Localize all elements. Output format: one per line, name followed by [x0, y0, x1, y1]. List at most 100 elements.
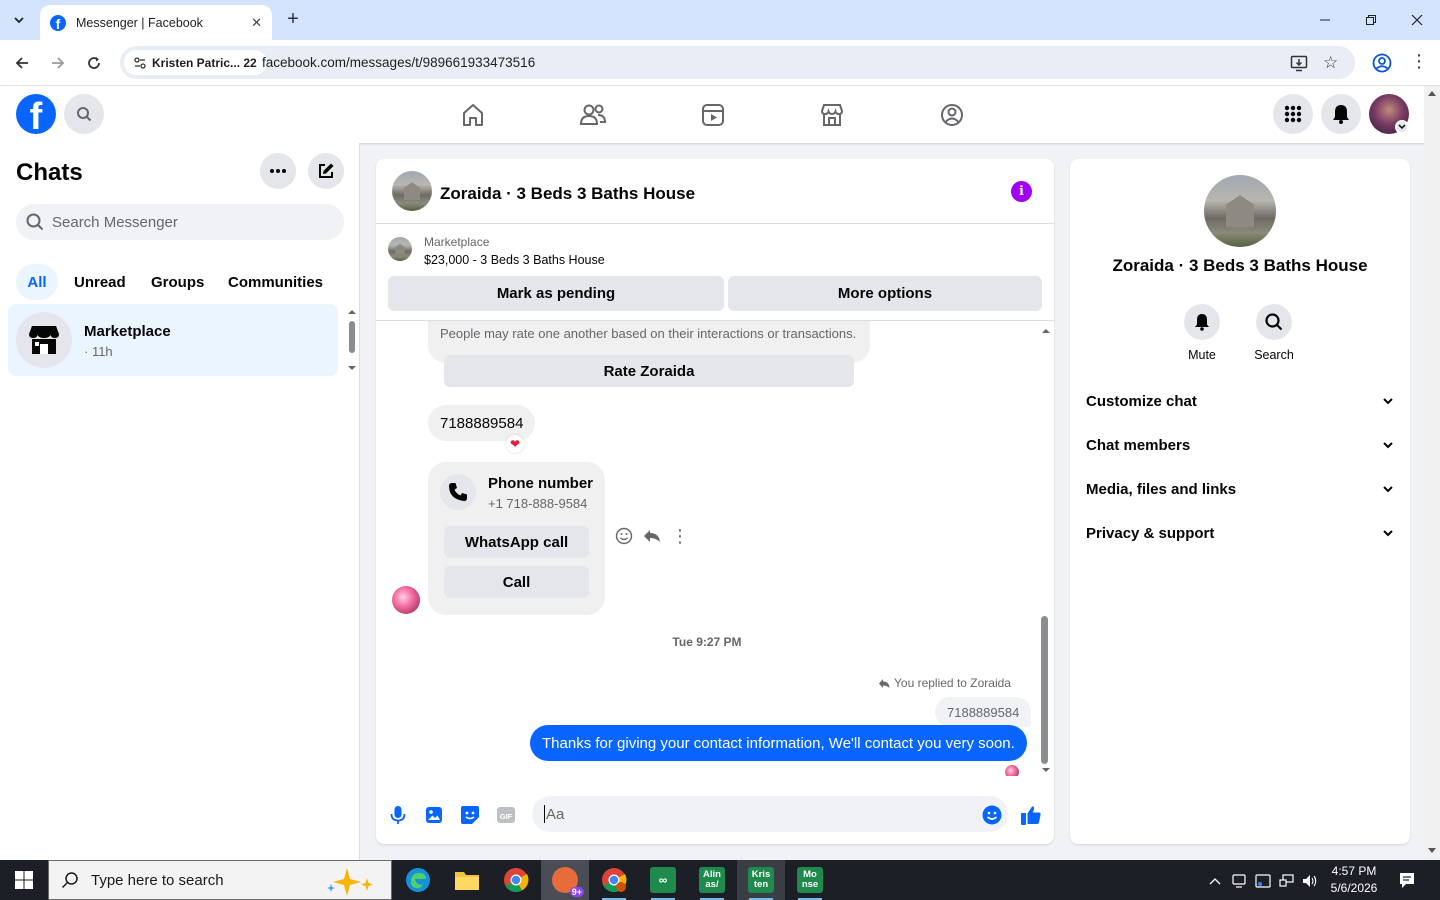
show-hidden-icons-chevron-up-icon[interactable] — [1206, 872, 1224, 890]
tab-search-dropdown-icon[interactable] — [6, 7, 32, 33]
mute-action[interactable]: Mute — [1172, 304, 1232, 362]
filter-communities[interactable]: Communities — [216, 264, 335, 300]
taskbar-clock[interactable]: 4:57 PM 5/6/2026 — [1326, 863, 1382, 897]
search-action[interactable]: Search — [1244, 304, 1304, 362]
more-options-button[interactable]: More options — [728, 276, 1042, 311]
privacy-support-section[interactable]: Privacy & support — [1086, 511, 1394, 555]
customize-chat-section[interactable]: Customize chat — [1086, 379, 1394, 423]
message-input[interactable]: Aa — [532, 796, 1008, 832]
taskbar-monse-icon[interactable]: Mo nse — [786, 860, 834, 900]
search-facebook-button[interactable] — [64, 94, 104, 134]
tune-icon — [134, 56, 146, 69]
tray-meet-icon[interactable] — [1254, 872, 1272, 890]
notification-center-icon[interactable] — [1398, 871, 1416, 889]
new-tab-button[interactable]: + — [282, 8, 304, 30]
new-message-button[interactable] — [308, 153, 344, 189]
friends-icon[interactable] — [578, 100, 608, 130]
omnibox[interactable]: Kristen Patric... 22 facebook.com/messag… — [120, 46, 1355, 79]
home-icon[interactable] — [458, 100, 488, 130]
call-button[interactable]: Call — [444, 566, 589, 598]
notifications-button[interactable] — [1321, 94, 1361, 134]
quoted-message[interactable]: 7188889584 — [935, 697, 1032, 727]
facebook-logo-icon[interactable]: f — [16, 94, 56, 134]
bell-icon[interactable] — [1184, 304, 1220, 340]
gaming-icon[interactable] — [937, 100, 967, 130]
taskbar-aliases-icon[interactable]: Alin as/ — [688, 860, 736, 900]
sent-message[interactable]: Thanks for giving your contact informati… — [530, 725, 1027, 761]
tray-device-icon[interactable] — [1230, 872, 1248, 890]
install-app-icon[interactable] — [1290, 54, 1308, 77]
search-icon[interactable] — [1256, 304, 1292, 340]
taskbar-file-explorer-icon[interactable] — [443, 860, 491, 900]
photo-icon[interactable] — [422, 803, 446, 827]
filter-all[interactable]: All — [16, 264, 58, 300]
browser-menu-icon[interactable]: ⋮ — [1410, 52, 1428, 70]
media-files-links-section[interactable]: Media, files and links — [1086, 467, 1394, 511]
filter-groups[interactable]: Groups — [139, 264, 216, 300]
taskbar-chrome-profile-icon[interactable] — [590, 860, 638, 900]
phone-icon — [440, 474, 476, 510]
forward-arrow-icon[interactable] — [47, 52, 69, 74]
conversation-panel: Zoraida · 3 Beds 3 Baths House i Marketp… — [376, 159, 1054, 844]
listing-title[interactable]: $23,000 - 3 Beds 3 Baths House — [424, 253, 605, 267]
details-avatar[interactable] — [1204, 175, 1276, 247]
taskbar-chrome-icon[interactable] — [492, 860, 540, 900]
taskbar-kristen-icon[interactable]: Kris ten — [737, 860, 785, 900]
like-thumbs-up-icon[interactable] — [1019, 803, 1043, 827]
header-divider — [376, 223, 1054, 224]
volume-icon[interactable] — [1301, 872, 1319, 890]
whatsapp-call-button[interactable]: WhatsApp call — [444, 526, 589, 558]
filter-unread[interactable]: Unread — [62, 264, 138, 300]
menu-grid-button[interactable] — [1273, 94, 1313, 134]
close-window-icon[interactable] — [1407, 10, 1427, 30]
video-icon[interactable] — [698, 100, 728, 130]
back-arrow-icon[interactable] — [11, 52, 33, 74]
taskbar-edge-icon[interactable] — [394, 860, 442, 900]
marketplace-store-icon — [29, 326, 59, 354]
rate-zoraida-button[interactable]: Rate Zoraida — [444, 355, 854, 387]
account-chevron-down-icon[interactable] — [1395, 120, 1409, 134]
mark-as-pending-button[interactable]: Mark as pending — [388, 276, 724, 311]
chat-members-section[interactable]: Chat members — [1086, 423, 1394, 467]
conversation-title[interactable]: Zoraida · 3 Beds 3 Baths House — [440, 184, 695, 204]
gif-icon[interactable]: GIF — [494, 803, 518, 827]
reload-icon[interactable] — [83, 52, 105, 74]
chats-options-button[interactable] — [260, 153, 296, 189]
browser-tab-messenger[interactable]: f Messenger | Facebook ✕ — [40, 5, 272, 40]
profile-icon[interactable] — [1372, 53, 1392, 78]
browser-tab-strip: f Messenger | Facebook ✕ + — [0, 0, 1440, 40]
copilot-sparkle-icon — [327, 868, 373, 896]
marketplace-icon[interactable] — [817, 100, 847, 130]
reply-arrow-icon — [879, 678, 890, 688]
bookmark-star-icon[interactable]: ☆ — [1323, 53, 1338, 73]
sender-avatar[interactable] — [392, 586, 420, 614]
reply-icon[interactable] — [640, 524, 664, 548]
chevron-down-icon — [1383, 486, 1393, 493]
conversation-avatar[interactable] — [392, 171, 432, 211]
marketplace-avatar — [16, 312, 72, 368]
search-messenger-input[interactable]: Search Messenger — [16, 204, 344, 240]
clock-date: 5/6/2026 — [1330, 881, 1378, 895]
sidebar-scrollbar[interactable] — [346, 309, 358, 371]
info-icon[interactable]: i — [1011, 181, 1032, 202]
windows-start-icon[interactable] — [0, 860, 48, 900]
taskbar-app-badge-icon[interactable]: 9+ — [541, 860, 589, 900]
chat-list-item-marketplace[interactable]: Marketplace · 11h — [8, 304, 338, 376]
page-scrollbar[interactable] — [1424, 86, 1440, 860]
minimize-icon[interactable] — [1315, 10, 1335, 30]
seen-receipt-avatar — [1005, 765, 1019, 776]
microphone-icon[interactable] — [386, 803, 410, 827]
emoji-icon[interactable] — [980, 803, 1004, 827]
maximize-icon[interactable] — [1361, 10, 1381, 30]
react-emoji-icon[interactable] — [612, 524, 636, 548]
url-text[interactable]: facebook.com/messages/t/989661933473516 — [262, 55, 535, 70]
more-vertical-icon[interactable]: ⋮ — [668, 524, 692, 548]
messages-scroll-thumb[interactable] — [1041, 616, 1048, 764]
taskbar-green-app-icon[interactable]: ∞ — [639, 860, 687, 900]
taskbar-search-box[interactable]: Type here to search — [48, 860, 392, 900]
sticker-icon[interactable] — [458, 803, 482, 827]
tab-close-icon[interactable]: ✕ — [251, 15, 262, 31]
heart-reaction-icon[interactable]: ❤ — [506, 435, 524, 453]
site-info-chip[interactable]: Kristen Patric... 22 — [124, 50, 267, 75]
network-icon[interactable] — [1278, 872, 1296, 890]
